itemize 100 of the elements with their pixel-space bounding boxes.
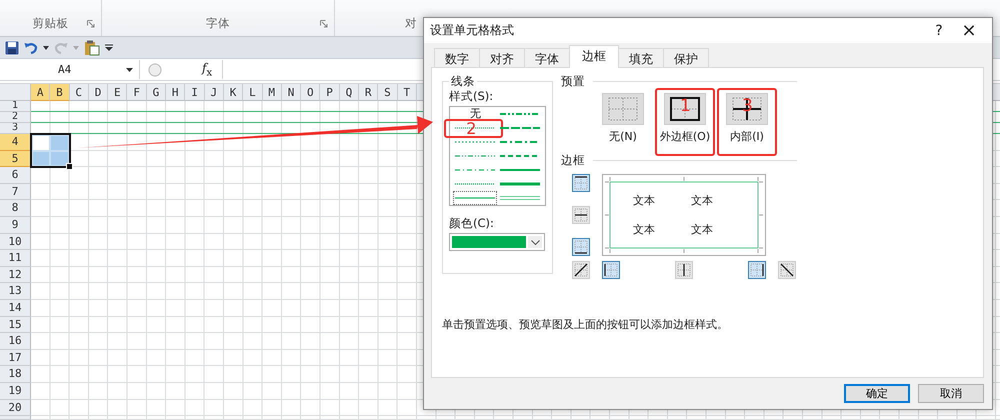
annotation-number: 2 xyxy=(466,121,476,137)
line-style-option[interactable]: 无 xyxy=(455,108,496,120)
row-header[interactable]: 9 xyxy=(0,216,31,234)
preset-label: 无(N) xyxy=(609,129,637,144)
row-header[interactable]: 16 xyxy=(0,333,31,350)
tab[interactable]: 对齐 xyxy=(479,48,525,68)
vertical-inner-border-button[interactable] xyxy=(675,261,693,279)
row-header[interactable]: 10 xyxy=(0,234,31,250)
row-header[interactable]: 5 xyxy=(0,150,31,168)
save-icon[interactable] xyxy=(5,40,19,54)
hint-text: 单击预置选项、预览草图及上面的按钮可以添加边框样式。 xyxy=(442,317,729,332)
outline-preset-icon[interactable] xyxy=(664,93,706,125)
insert-function-button[interactable]: f$_{x}$ xyxy=(202,60,222,78)
inside-preset-icon[interactable] xyxy=(726,93,768,125)
line-style-option[interactable] xyxy=(500,166,540,174)
row-header[interactable]: 11 xyxy=(0,250,31,267)
section-label: 边框 xyxy=(561,153,585,168)
caret-icon[interactable] xyxy=(126,68,133,72)
splitter-handle-icon[interactable] xyxy=(148,62,162,76)
diagonal-down-border-button[interactable] xyxy=(778,261,796,279)
color-label: 颜色(C): xyxy=(449,216,495,231)
column-header[interactable]: I xyxy=(185,84,205,101)
selected-range[interactable] xyxy=(30,133,71,168)
section-label: 预置 xyxy=(561,74,585,89)
row-header[interactable]: 6 xyxy=(0,167,31,184)
column-header[interactable]: R xyxy=(359,84,378,101)
group-label: 线条 xyxy=(450,74,476,89)
help-button[interactable]: ? xyxy=(924,22,954,38)
preview-text: 文本 xyxy=(691,222,714,237)
row-header[interactable]: 7 xyxy=(0,184,31,200)
paste-icon[interactable] xyxy=(84,40,100,56)
customize-toolbar-icon[interactable] xyxy=(105,44,113,51)
undo-icon[interactable] xyxy=(24,40,38,54)
top-border-button[interactable] xyxy=(572,174,590,192)
row-header[interactable]: 14 xyxy=(0,300,31,317)
row-header[interactable]: 1 xyxy=(0,101,31,112)
row-header[interactable]: 12 xyxy=(0,266,31,284)
name-box[interactable]: A4 xyxy=(0,60,140,79)
column-header[interactable]: K xyxy=(224,84,244,101)
cancel-button[interactable]: 取消 xyxy=(918,384,984,403)
ribbon-group-label: 剪贴板 xyxy=(32,16,68,31)
column-header[interactable]: D xyxy=(88,84,108,101)
tab[interactable]: 保护 xyxy=(663,48,709,68)
preview-text: 文本 xyxy=(691,193,714,208)
column-header[interactable]: G xyxy=(146,84,166,101)
preview-text: 文本 xyxy=(633,222,656,237)
ok-button[interactable]: 确定 xyxy=(844,384,910,403)
row-header[interactable]: 15 xyxy=(0,316,31,334)
column-header[interactable]: F xyxy=(127,84,147,101)
row-header[interactable]: 18 xyxy=(0,366,31,383)
row-header[interactable]: 19 xyxy=(0,382,31,400)
column-header[interactable]: B xyxy=(50,84,70,101)
bottom-border-button[interactable] xyxy=(572,238,590,256)
dialog-launcher-icon[interactable] xyxy=(87,20,95,28)
line-style-option[interactable] xyxy=(500,180,540,188)
close-button[interactable]: × xyxy=(954,20,984,41)
line-style-option[interactable] xyxy=(500,152,540,160)
line-style-option[interactable] xyxy=(500,138,540,146)
tab[interactable]: 数字 xyxy=(434,48,480,68)
row-header[interactable]: 8 xyxy=(0,200,31,217)
row-header[interactable]: 13 xyxy=(0,283,31,300)
diagonal-up-border-button[interactable] xyxy=(572,261,590,279)
column-header[interactable]: E xyxy=(108,84,128,101)
column-header[interactable]: Q xyxy=(340,84,360,101)
row-header[interactable]: 4 xyxy=(0,134,31,151)
column-header[interactable]: S xyxy=(378,84,398,101)
annotation-number: 1 xyxy=(680,98,691,115)
column-header[interactable]: C xyxy=(70,84,89,101)
column-header[interactable]: P xyxy=(320,84,340,101)
color-dropdown[interactable] xyxy=(449,233,545,251)
tab[interactable]: 边框 xyxy=(569,45,619,68)
ribbon-group-label: 对 xyxy=(405,16,417,31)
column-header[interactable]: L xyxy=(243,84,263,101)
no-border-preset-icon[interactable] xyxy=(602,93,644,125)
dialog-title: 设置单元格格式 xyxy=(430,22,515,39)
annotation-box xyxy=(444,119,504,138)
tab[interactable]: 填充 xyxy=(618,48,664,68)
line-style-option[interactable] xyxy=(500,110,540,118)
column-header[interactable]: M xyxy=(262,84,282,101)
row-header[interactable]: 20 xyxy=(0,400,31,416)
row-header[interactable]: 17 xyxy=(0,350,31,366)
preview-text: 文本 xyxy=(633,193,656,208)
preset-label: 外边框(O) xyxy=(660,129,710,144)
column-header[interactable]: A xyxy=(31,84,50,101)
tab[interactable]: 字体 xyxy=(524,48,570,68)
preset-label: 内部(I) xyxy=(730,129,764,144)
dialog-launcher-icon[interactable] xyxy=(320,20,328,28)
line-style-option[interactable] xyxy=(500,124,540,132)
column-header[interactable]: H xyxy=(166,84,186,101)
horizontal-inner-border-button[interactable] xyxy=(572,206,590,224)
column-header[interactable]: J xyxy=(204,84,224,101)
right-border-button[interactable] xyxy=(748,261,766,279)
caret-icon[interactable] xyxy=(43,46,49,50)
column-header[interactable]: O xyxy=(301,84,320,101)
ribbon-group-label: 字体 xyxy=(206,16,230,31)
column-header[interactable]: T xyxy=(398,84,417,101)
border-preview[interactable]: 文本 文本 文本 文本 xyxy=(602,174,766,256)
style-label: 样式(S): xyxy=(449,89,494,104)
left-border-button[interactable] xyxy=(602,261,620,279)
column-header[interactable]: N xyxy=(282,84,302,101)
